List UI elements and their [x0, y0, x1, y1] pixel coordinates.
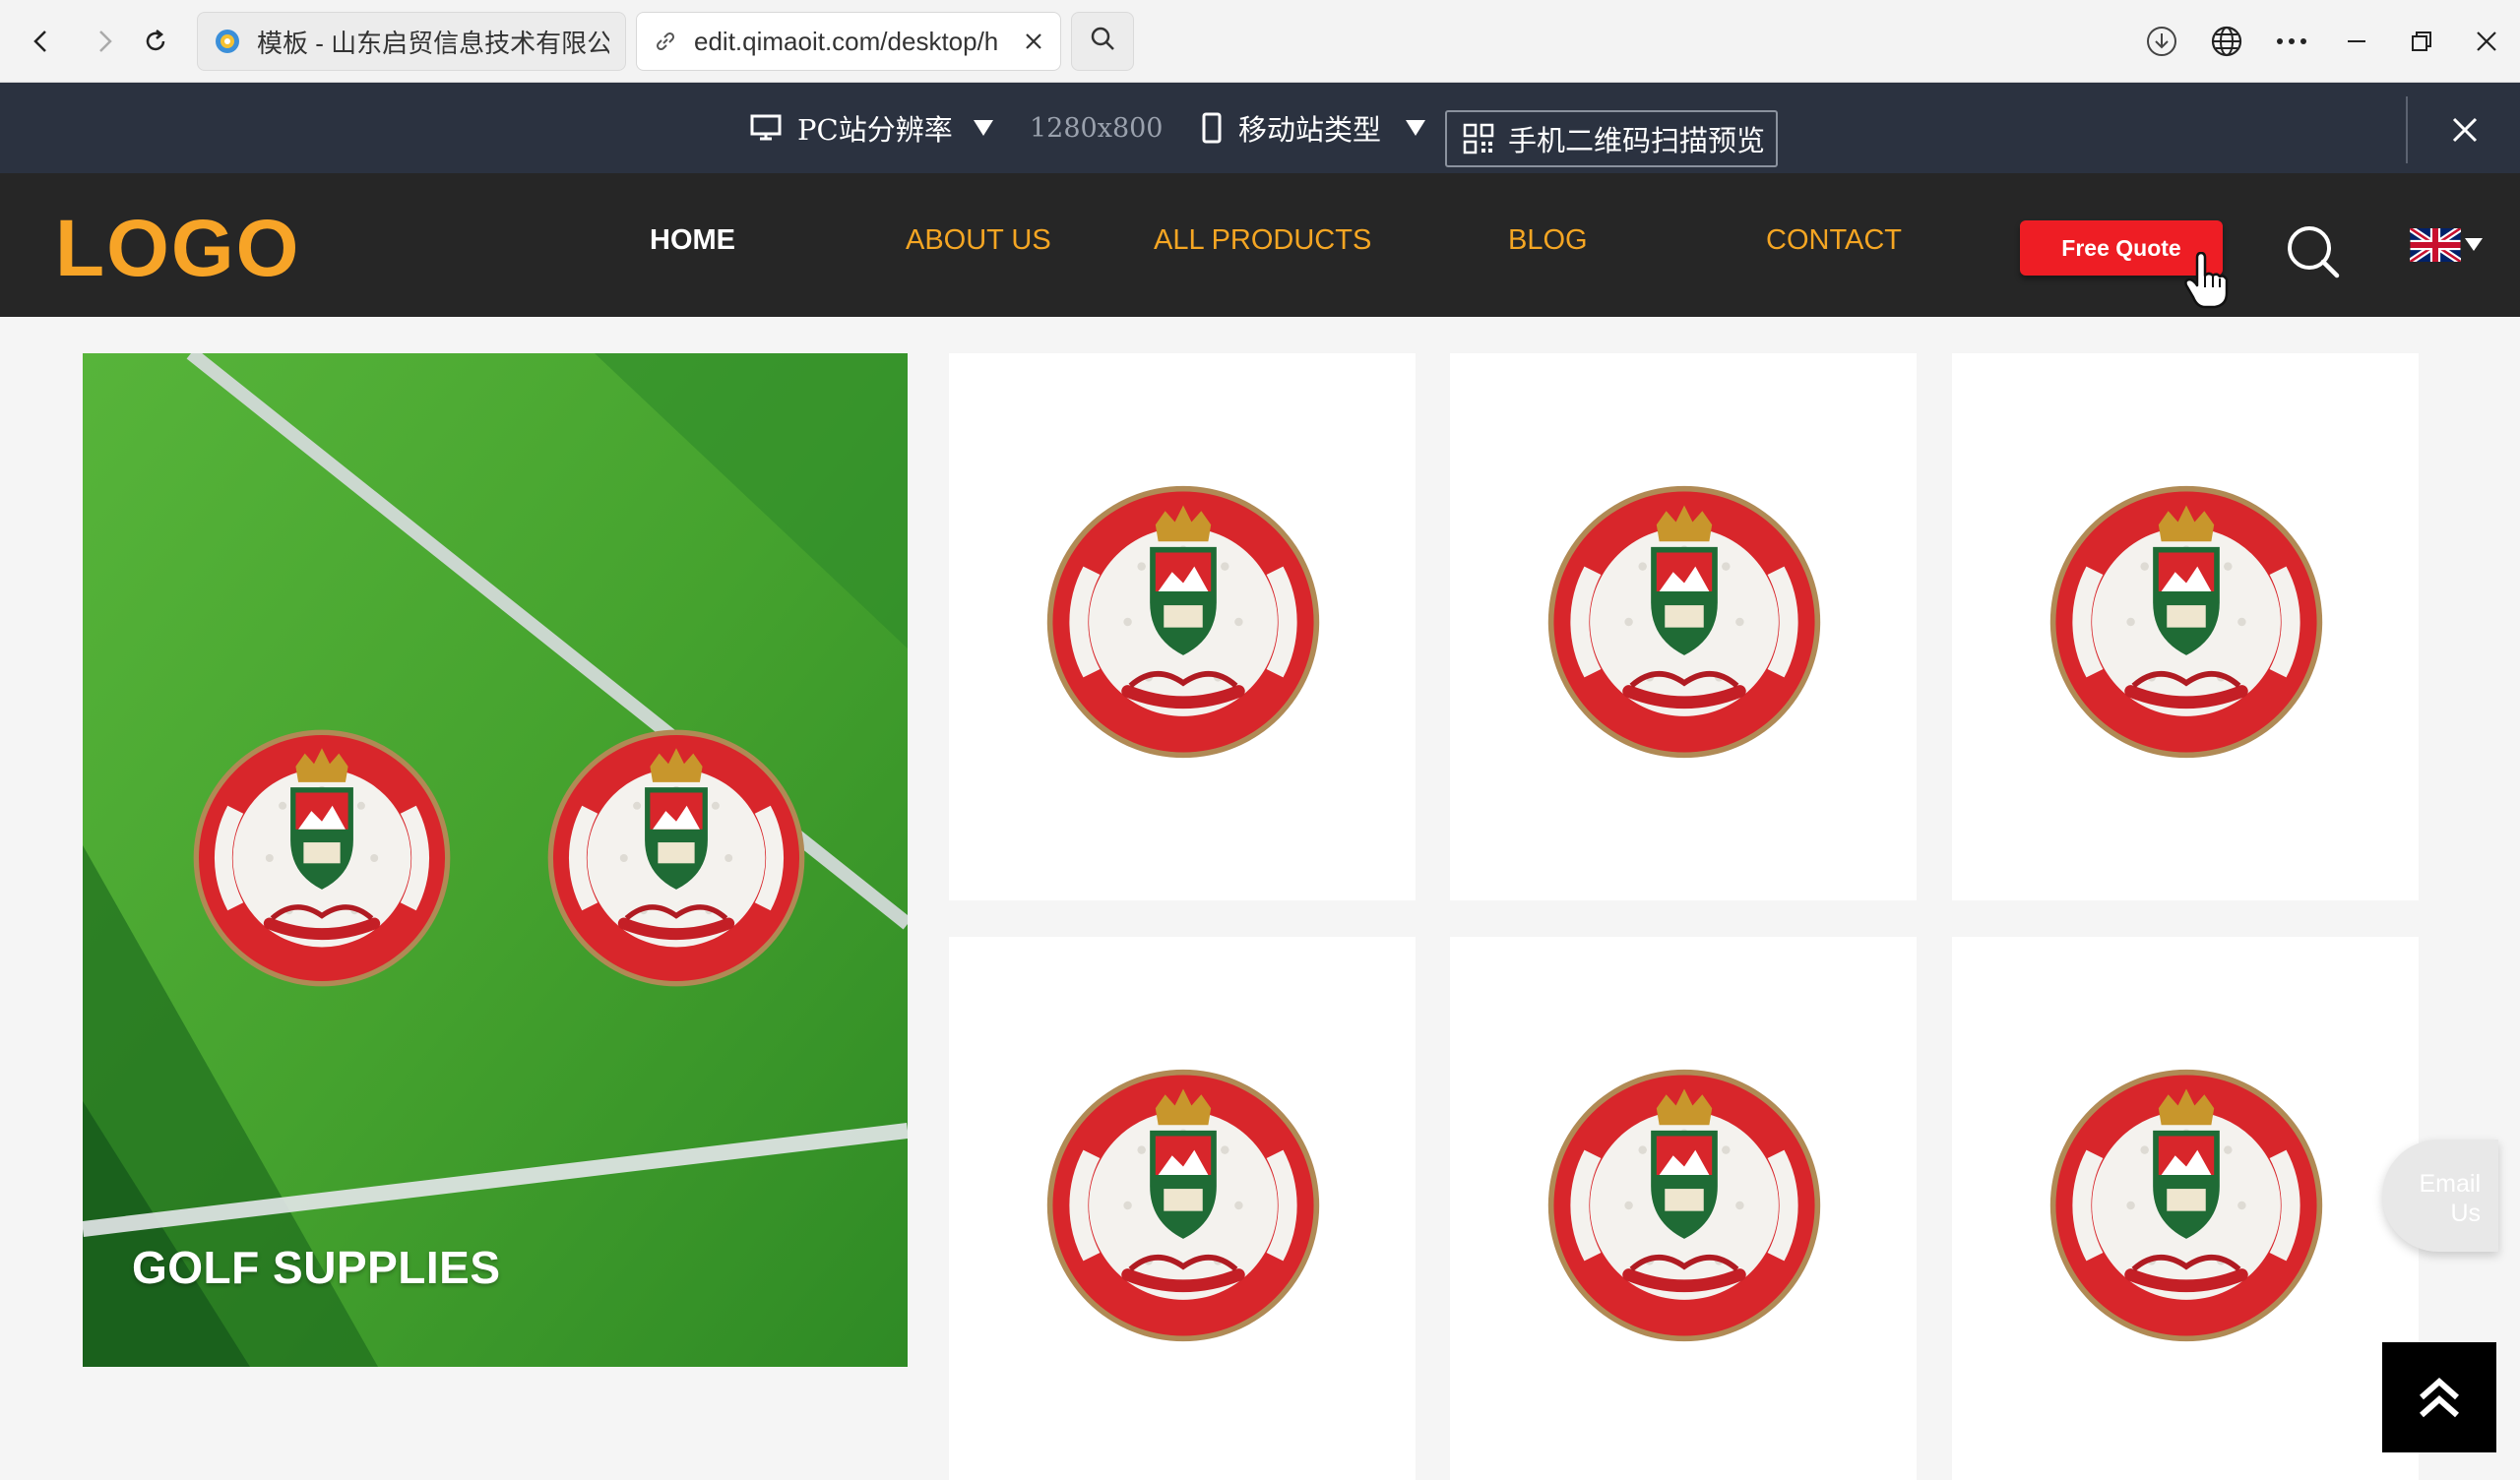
dropdown-arrow-icon — [1405, 119, 1426, 137]
resolution-value: 1280x800 — [1030, 112, 1164, 144]
more-icon[interactable] — [2268, 18, 2315, 65]
browser-chrome: 模板 - 山东启贸信息技术有限公司 edit.qimaoit.com/deskt… — [0, 0, 2520, 83]
restore-icon[interactable] — [2398, 18, 2445, 65]
product-card[interactable] — [1952, 937, 2419, 1480]
golf-ball-marker-image — [545, 727, 807, 989]
site-header: LOGO HOME ABOUT US ALL PRODUCTS BLOG CON… — [0, 173, 2520, 317]
product-image — [1044, 483, 1322, 761]
tab-url: edit.qimaoit.com/desktop/h — [694, 26, 999, 56]
close-icon[interactable] — [2437, 102, 2492, 157]
browser-tab-editor[interactable]: edit.qimaoit.com/desktop/h — [636, 12, 1061, 71]
pc-resolution-dropdown[interactable]: PC站分辨率 — [750, 83, 994, 173]
product-card[interactable] — [1450, 937, 1917, 1480]
product-image — [2048, 1067, 2325, 1344]
monitor-icon — [750, 114, 782, 142]
phone-icon — [1201, 112, 1223, 144]
close-window-icon[interactable] — [2463, 18, 2510, 65]
reload-icon[interactable] — [132, 18, 179, 65]
product-card[interactable] — [1952, 353, 2419, 900]
nav-about-us[interactable]: ABOUT US — [906, 224, 1051, 257]
qr-preview-label: 手机二维码扫描预览 — [1508, 124, 1766, 157]
forward-icon[interactable] — [81, 18, 128, 65]
browser-tab-template[interactable]: 模板 - 山东启贸信息技术有限公司 — [197, 12, 626, 71]
globe-icon[interactable] — [2203, 18, 2250, 65]
mobile-type-dropdown[interactable]: 移动站类型 — [1201, 83, 1426, 173]
uk-flag-icon — [2410, 228, 2461, 262]
minimize-icon[interactable] — [2333, 18, 2380, 65]
download-icon[interactable] — [2138, 18, 2185, 65]
language-selector[interactable] — [2410, 228, 2483, 262]
chevron-down-icon — [2465, 238, 2483, 252]
nav-all-products[interactable]: ALL PRODUCTS — [1154, 224, 1371, 257]
nav-blog[interactable]: BLOG — [1508, 224, 1588, 257]
main-content: GOLF SUPPLIES Email Us — [0, 317, 2520, 1480]
feature-title: GOLF SUPPLIES — [132, 1242, 501, 1293]
product-card[interactable] — [949, 937, 1416, 1480]
pointer-hand-icon — [2183, 251, 2233, 314]
product-image — [1044, 1067, 1322, 1344]
feature-banner[interactable]: GOLF SUPPLIES — [83, 353, 908, 1367]
toolbar-divider — [2406, 96, 2408, 163]
email-us-label-line1: Email — [2419, 1170, 2481, 1198]
site-logo[interactable]: LOGO — [55, 203, 300, 295]
dropdown-arrow-icon — [973, 119, 994, 137]
product-image — [2048, 483, 2325, 761]
search-icon — [1089, 25, 1116, 59]
tab-title: 模板 - 山东启贸信息技术有限公司 — [257, 28, 609, 58]
product-image — [1545, 1067, 1823, 1344]
pc-resolution-label: PC站分辨率 — [797, 113, 953, 147]
nav-contact[interactable]: CONTACT — [1766, 224, 1902, 257]
site-search-icon[interactable] — [2286, 224, 2341, 284]
product-card[interactable] — [1450, 353, 1917, 900]
email-us-button[interactable]: Email Us — [2382, 1140, 2498, 1252]
product-image — [1545, 483, 1823, 761]
back-to-top-button[interactable] — [2382, 1342, 2496, 1452]
back-icon[interactable] — [18, 18, 65, 65]
mobile-type-label: 移动站类型 — [1238, 113, 1382, 147]
link-icon — [653, 29, 678, 54]
qr-code-icon — [1463, 123, 1494, 154]
search-tab[interactable] — [1071, 12, 1134, 71]
email-us-label-line2: Us — [2450, 1200, 2481, 1227]
editor-toolbar: PC站分辨率 1280x800 移动站类型 手机二维码扫描预览 — [0, 83, 2520, 173]
qr-preview-button[interactable]: 手机二维码扫描预览 — [1445, 110, 1778, 167]
nav-home[interactable]: HOME — [650, 224, 735, 257]
double-chevron-up-icon — [2416, 1374, 2463, 1421]
site-favicon-icon — [214, 28, 241, 55]
product-card[interactable] — [949, 353, 1416, 900]
golf-ball-marker-image — [191, 727, 453, 989]
close-tab-icon[interactable] — [1023, 31, 1044, 52]
